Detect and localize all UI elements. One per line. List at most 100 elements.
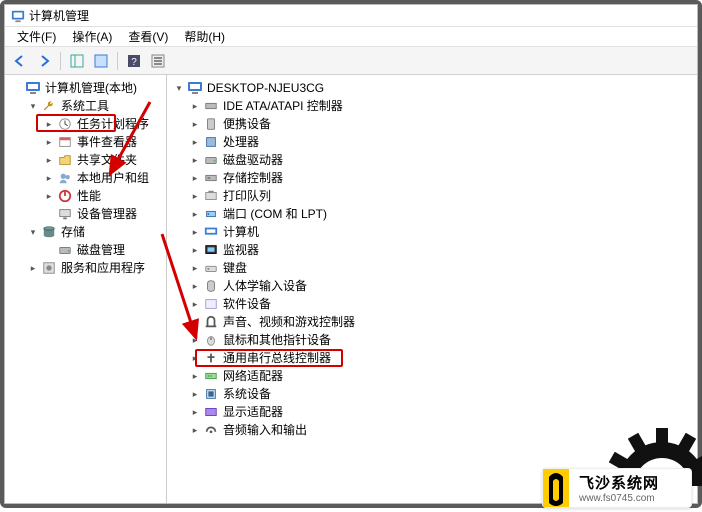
systools-item-label: 事件查看器 — [75, 133, 139, 151]
device-category-1[interactable]: ▸ 便携设备 — [187, 115, 695, 133]
expand-icon[interactable]: ▸ — [189, 424, 201, 436]
systools-item-0[interactable]: ▸ 任务计划程序 — [41, 115, 164, 133]
wrench-icon — [41, 98, 57, 114]
device-category-14[interactable]: ▸通用串行总线控制器 — [187, 349, 695, 367]
svg-text:?: ? — [131, 57, 137, 68]
system-tools-label: 系统工具 — [59, 97, 111, 115]
device-category-16[interactable]: ▸系统设备 — [187, 385, 695, 403]
properties-button[interactable] — [90, 50, 112, 72]
device-category-17[interactable]: ▸显示适配器 — [187, 403, 695, 421]
device-category-2[interactable]: ▸ 处理器 — [187, 133, 695, 151]
systools-item-1[interactable]: ▸ 事件查看器 — [41, 133, 164, 151]
expand-icon[interactable]: ▸ — [189, 352, 201, 364]
device-category-label: 软件设备 — [221, 295, 273, 313]
device-category-icon — [203, 134, 219, 150]
device-category-label: 便携设备 — [221, 115, 273, 133]
refresh-button[interactable] — [147, 50, 169, 72]
device-category-label: 磁盘驱动器 — [221, 151, 285, 169]
disk-management-node[interactable]: ▸ 磁盘管理 — [41, 241, 164, 259]
expand-icon[interactable]: ▸ — [189, 190, 201, 202]
collapse-icon[interactable]: ▾ — [27, 100, 39, 112]
device-category-0[interactable]: ▸IDE ATA/ATAPI 控制器 — [187, 97, 695, 115]
device-category-icon — [203, 422, 219, 438]
expand-icon[interactable]: ▸ — [189, 280, 201, 292]
expand-icon[interactable]: ▸ — [43, 118, 55, 130]
expand-icon[interactable]: ▸ — [189, 172, 201, 184]
device-category-8[interactable]: ▸监视器 — [187, 241, 695, 259]
expand-icon[interactable]: ▸ — [43, 136, 55, 148]
help-button[interactable]: ? — [123, 50, 145, 72]
computer-management-icon — [25, 80, 41, 96]
expand-icon[interactable]: ▸ — [43, 190, 55, 202]
services-node[interactable]: ▸ 服务和应用程序 — [25, 259, 164, 277]
expand-icon[interactable]: ▸ — [189, 118, 201, 130]
device-category-4[interactable]: ▸存储控制器 — [187, 169, 695, 187]
device-category-icon — [203, 332, 219, 348]
expand-icon[interactable]: ▸ — [189, 406, 201, 418]
device-category-icon — [203, 224, 219, 240]
device-category-10[interactable]: ▸人体学输入设备 — [187, 277, 695, 295]
device-category-icon — [203, 98, 219, 114]
systools-item-label: 本地用户和组 — [75, 169, 151, 187]
device-category-label: 键盘 — [221, 259, 249, 277]
expand-icon[interactable]: ▸ — [189, 370, 201, 382]
menu-view[interactable]: 查看(V) — [120, 26, 176, 47]
device-category-icon — [203, 368, 219, 384]
collapse-icon[interactable]: ▾ — [27, 226, 39, 238]
device-category-icon — [203, 296, 219, 312]
menu-help[interactable]: 帮助(H) — [176, 26, 233, 47]
menu-file[interactable]: 文件(F) — [9, 26, 64, 47]
expand-icon[interactable]: ▸ — [189, 244, 201, 256]
device-category-icon — [203, 170, 219, 186]
nav-forward-button[interactable] — [33, 50, 55, 72]
systools-item-5[interactable]: 设备管理器 — [41, 205, 164, 223]
expand-icon[interactable]: ▸ — [189, 316, 201, 328]
device-tree-root[interactable]: ▾ DESKTOP-NJEU3CG — [171, 79, 695, 97]
device-category-5[interactable]: ▸打印队列 — [187, 187, 695, 205]
systools-item-2[interactable]: ▸共享文件夹 — [41, 151, 164, 169]
systools-item-label: 设备管理器 — [75, 205, 139, 223]
expand-icon[interactable]: ▸ — [189, 136, 201, 148]
show-hide-tree-button[interactable] — [66, 50, 88, 72]
device-category-3[interactable]: ▸ 磁盘驱动器 — [187, 151, 695, 169]
device-category-9[interactable]: ▸ 键盘 — [187, 259, 695, 277]
expand-icon[interactable]: ▸ — [189, 100, 201, 112]
device-category-icon — [203, 350, 219, 366]
device-category-label: 鼠标和其他指针设备 — [221, 331, 333, 349]
expand-icon[interactable]: ▸ — [189, 388, 201, 400]
expand-icon[interactable]: ▸ — [27, 262, 39, 274]
computer-name-label: DESKTOP-NJEU3CG — [205, 79, 326, 97]
expand-icon[interactable]: ▸ — [189, 262, 201, 274]
device-category-18[interactable]: ▸ 音频输入和输出 — [187, 421, 695, 439]
device-category-15[interactable]: ▸ 网络适配器 — [187, 367, 695, 385]
computer-icon — [187, 80, 203, 96]
expand-icon[interactable]: ▸ — [189, 226, 201, 238]
device-category-6[interactable]: ▸端口 (COM 和 LPT) — [187, 205, 695, 223]
device-category-13[interactable]: ▸ 鼠标和其他指针设备 — [187, 331, 695, 349]
device-category-label: 音频输入和输出 — [221, 421, 309, 439]
tree-root[interactable]: ▾ 计算机管理(本地) — [9, 79, 164, 97]
expand-icon[interactable]: ▸ — [189, 208, 201, 220]
expand-icon[interactable]: ▸ — [189, 154, 201, 166]
expand-icon[interactable]: ▸ — [43, 172, 55, 184]
systools-item-icon — [57, 206, 73, 222]
collapse-icon[interactable]: ▾ — [173, 82, 185, 94]
expand-icon[interactable]: ▸ — [189, 298, 201, 310]
device-category-11[interactable]: ▸ 软件设备 — [187, 295, 695, 313]
systools-item-4[interactable]: ▸性能 — [41, 187, 164, 205]
systools-item-icon — [57, 188, 73, 204]
device-category-label: 处理器 — [221, 133, 261, 151]
menu-action[interactable]: 操作(A) — [64, 26, 120, 47]
storage-node[interactable]: ▾ 存储 — [25, 223, 164, 241]
device-category-7[interactable]: ▸计算机 — [187, 223, 695, 241]
device-category-icon — [203, 260, 219, 276]
systools-item-icon — [57, 170, 73, 186]
system-tools-node[interactable]: ▾ 系统工具 — [25, 97, 164, 115]
nav-back-button[interactable] — [9, 50, 31, 72]
systools-item-3[interactable]: ▸ 本地用户和组 — [41, 169, 164, 187]
systools-item-label: 任务计划程序 — [75, 115, 151, 133]
device-category-label: 网络适配器 — [221, 367, 285, 385]
expand-icon[interactable]: ▸ — [43, 154, 55, 166]
device-category-12[interactable]: ▸声音、视频和游戏控制器 — [187, 313, 695, 331]
expand-icon[interactable]: ▸ — [189, 334, 201, 346]
